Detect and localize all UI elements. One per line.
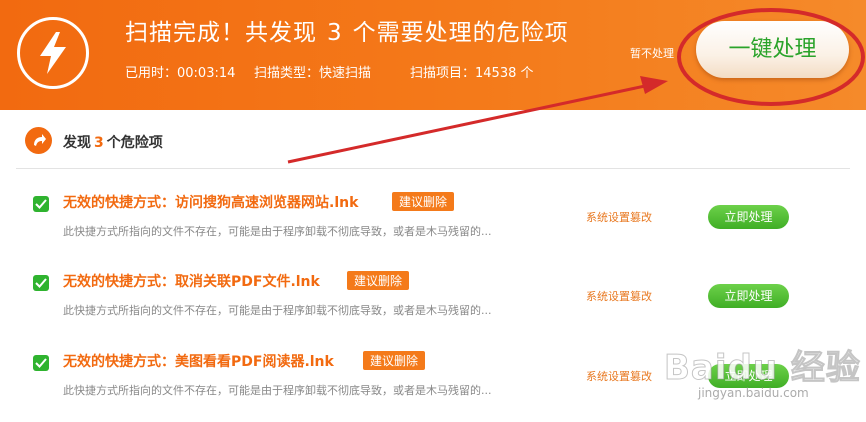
summary-prefix: 发现 <box>63 135 91 151</box>
watermark-sub: jingyan.baidu.com <box>698 386 809 400</box>
summary-text: 发现 3 个危险项 <box>63 132 163 152</box>
item-title: 无效的快捷方式：美图看看PDF阅读器.lnk <box>63 354 334 370</box>
scan-result-header: 扫描完成！共发现 3 个需要处理的危险项 已用时：00:03:14 扫描类型：快速扫… <box>0 0 866 110</box>
item-title: 无效的快捷方式：取消关联PDF文件.lnk <box>63 274 320 290</box>
fix-now-button[interactable]: 立即处理 <box>708 205 789 229</box>
page-title: 扫描完成！共发现 3 个需要处理的危险项 <box>125 13 569 47</box>
skip-link[interactable]: 暂不处理 <box>630 45 674 61</box>
item-category: 系统设置篡改 <box>586 211 652 224</box>
scan-type: 扫描类型：快速扫描 <box>254 66 372 81</box>
divider <box>16 168 850 169</box>
item-checkbox[interactable] <box>33 196 49 212</box>
item-checkbox[interactable] <box>33 275 49 291</box>
item-category: 系统设置篡改 <box>586 370 652 383</box>
baidu-watermark: Baidu 经验 jingyan.baidu.com <box>664 340 861 410</box>
item-category: 系统设置篡改 <box>586 290 652 303</box>
danger-count: 3 <box>327 20 343 46</box>
title-prefix: 扫描完成！共发现 <box>125 20 317 46</box>
suggest-delete-tag: 建议删除 <box>347 271 410 290</box>
scan-items-count: 扫描项目：14538 个 <box>410 66 534 81</box>
item-checkbox[interactable] <box>33 355 49 371</box>
title-suffix: 个需要处理的危险项 <box>352 20 569 46</box>
list-item: 无效的快捷方式：取消关联PDF文件.lnk 建议删除 此快捷方式所指向的文件不存… <box>0 267 866 342</box>
one-key-fix-button[interactable]: 一键处理 <box>696 21 849 78</box>
watermark-main: Baidu 经验 <box>664 348 861 389</box>
summary-suffix: 个危险项 <box>106 135 163 151</box>
lightning-bolt-icon <box>17 17 89 89</box>
item-description: 此快捷方式所指向的文件不存在，可能是由于程序卸载不彻底导致，或者是木马残留的..… <box>63 225 492 238</box>
item-description: 此快捷方式所指向的文件不存在，可能是由于程序卸载不彻底导致，或者是木马残留的..… <box>63 384 492 397</box>
arrow-icon <box>25 127 52 154</box>
item-description: 此快捷方式所指向的文件不存在，可能是由于程序卸载不彻底导致，或者是木马残留的..… <box>63 304 492 317</box>
suggest-delete-tag: 建议删除 <box>392 192 455 211</box>
summary-count: 3 <box>94 135 104 151</box>
item-title: 无效的快捷方式：访问搜狗高速浏览器网站.lnk <box>63 195 359 211</box>
suggest-delete-tag: 建议删除 <box>363 351 426 370</box>
elapsed-time: 已用时：00:03:14 <box>125 66 236 81</box>
list-item: 无效的快捷方式：访问搜狗高速浏览器网站.lnk 建议删除 此快捷方式所指向的文件… <box>0 188 866 263</box>
fix-now-button[interactable]: 立即处理 <box>708 284 789 308</box>
